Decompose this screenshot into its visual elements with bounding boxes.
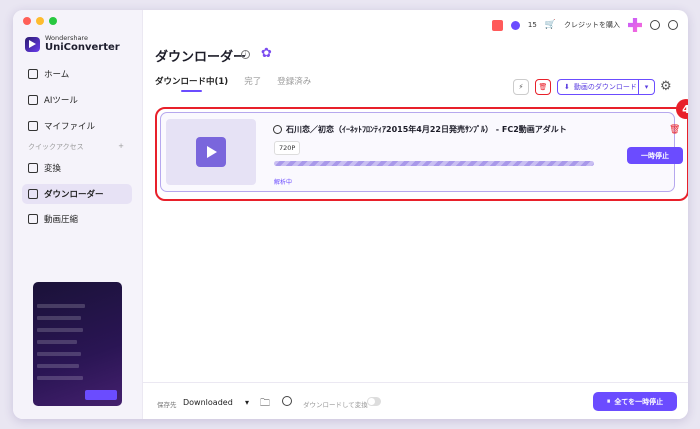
sidebar-item-convert[interactable]: 変換	[22, 158, 132, 178]
sidebar-item-label: 変換	[44, 164, 62, 174]
credit-icon	[510, 20, 520, 30]
gift-icon[interactable]	[491, 19, 503, 31]
window-controls	[23, 17, 57, 25]
compress-icon	[28, 214, 38, 224]
home-icon	[28, 69, 38, 79]
download-video-main[interactable]: ⬇ 動画のダウンロード	[558, 82, 638, 92]
sidebar-item-label: マイファイル	[44, 122, 96, 132]
chevron-down-icon[interactable]: ▾	[638, 80, 654, 94]
credit-count: 15	[527, 21, 537, 29]
gear-icon[interactable]: ⚙	[660, 79, 672, 95]
convert-icon	[28, 163, 38, 173]
file-icon	[28, 121, 38, 131]
download-task-card: 石川恋／初恋（ｲｰﾈｯﾄﾌﾛﾝﾃｨｱ2015年4月22日発売ｻﾝﾌﾟﾙ） - F…	[160, 112, 683, 192]
close-window-button[interactable]	[23, 17, 31, 25]
tab-downloading[interactable]: ダウンロード中(1)	[155, 75, 228, 92]
minimize-window-button[interactable]	[36, 17, 44, 25]
sidebar: Wondershare UniConverter ホーム AIツール マイファイ…	[13, 10, 143, 419]
sidebar-item-label: ホーム	[44, 70, 70, 80]
download-and-convert-label: ダウンロードして変換	[303, 401, 368, 409]
pause-all-label: 全てを一時停止	[614, 397, 664, 406]
turbo-icon[interactable]: ⚡	[513, 79, 529, 95]
app-window: Wondershare UniConverter ホーム AIツール マイファイ…	[13, 10, 688, 419]
task-status: 解析中	[274, 179, 293, 186]
sidebar-item-ai-tools[interactable]: AIツール	[22, 90, 132, 110]
trash-icon[interactable]: 🗑	[669, 125, 680, 135]
promo-line	[37, 316, 81, 320]
task-title-row: 石川恋／初恋（ｲｰﾈｯﾄﾌﾛﾝﾃｨｱ2015年4月22日発売ｻﾝﾌﾟﾙ） - F…	[273, 124, 567, 135]
premium-icon[interactable]	[628, 18, 642, 32]
brand-name: UniConverter	[45, 42, 120, 53]
support-icon[interactable]	[668, 20, 678, 30]
feedback-icon[interactable]	[650, 20, 660, 30]
download-video-label: 動画のダウンロード	[573, 83, 637, 91]
sidebar-item-label: ダウンローダー	[44, 190, 104, 200]
buy-credits-button[interactable]: クレジットを購入	[564, 20, 620, 30]
progress-bar	[274, 161, 594, 166]
sidebar-item-downloader[interactable]: ダウンローダー	[22, 184, 132, 204]
download-convert-toggle[interactable]	[367, 397, 381, 406]
sidebar-item-label: AIツール	[44, 96, 78, 106]
pause-button[interactable]: 一時停止	[627, 147, 683, 164]
page-title: ダウンローダー	[155, 50, 247, 65]
save-to-select[interactable]: Downloaded ▾	[183, 395, 249, 409]
promo-banner[interactable]	[33, 282, 122, 406]
promo-button[interactable]	[85, 390, 117, 400]
promo-line	[37, 304, 85, 308]
app-logo: Wondershare UniConverter	[25, 35, 120, 53]
info-icon[interactable]: i	[241, 50, 250, 59]
tab-registered[interactable]: 登録済み	[277, 75, 311, 87]
download-icon	[28, 189, 38, 199]
sidebar-item-home[interactable]: ホーム	[22, 64, 132, 84]
promo-line	[37, 328, 83, 332]
promo-line	[37, 364, 79, 368]
pause-all-button[interactable]: ⏸ 全てを一時停止	[593, 392, 677, 411]
footer-bar: 保存先 Downloaded ▾ 🗀 ダウンロードして変換 ⏸ 全てを一時停止	[143, 382, 688, 419]
premium-flower-icon[interactable]: ✿	[261, 47, 274, 60]
brand-top: Wondershare	[45, 34, 88, 42]
top-bar: 15 🛒 クレジットを購入	[491, 18, 678, 32]
task-title: 石川恋／初恋（ｲｰﾈｯﾄﾌﾛﾝﾃｨｱ2015年4月22日発売ｻﾝﾌﾟﾙ） - F…	[286, 125, 567, 134]
promo-line	[37, 376, 83, 380]
app-logo-icon	[25, 36, 40, 52]
download-icon: ⬇	[564, 83, 570, 91]
quick-access-label: クイックアクセス	[28, 143, 84, 151]
sidebar-item-my-files[interactable]: マイファイル	[22, 116, 132, 136]
save-to-label: 保存先	[157, 401, 177, 409]
quality-badge: 720P	[274, 141, 301, 155]
folder-icon[interactable]: 🗀	[260, 396, 270, 413]
clock-icon[interactable]	[282, 396, 292, 406]
quick-access-add-button[interactable]: +	[118, 142, 124, 152]
download-video-button[interactable]: ⬇ 動画のダウンロード ▾	[557, 79, 655, 95]
promo-line	[37, 352, 81, 356]
globe-icon	[273, 125, 282, 134]
ai-icon	[28, 95, 38, 105]
chevron-down-icon: ▾	[244, 397, 249, 407]
tabs: ダウンロード中(1) 完了 登録済み	[155, 75, 311, 92]
promo-line	[37, 340, 77, 344]
pause-circle-icon: ⏸	[606, 397, 611, 405]
sidebar-item-label: 動画圧縮	[44, 215, 79, 225]
tab-completed[interactable]: 完了	[244, 75, 261, 87]
sidebar-item-video-compress[interactable]: 動画圧縮	[22, 209, 132, 229]
quick-access-section: クイックアクセス +	[28, 142, 124, 152]
save-to-value: Downloaded	[183, 397, 233, 407]
delete-all-icon[interactable]: 🗑	[535, 79, 551, 95]
maximize-window-button[interactable]	[49, 17, 57, 25]
cart-icon: 🛒	[544, 20, 556, 30]
video-play-icon	[196, 137, 226, 167]
video-thumbnail	[166, 119, 256, 185]
